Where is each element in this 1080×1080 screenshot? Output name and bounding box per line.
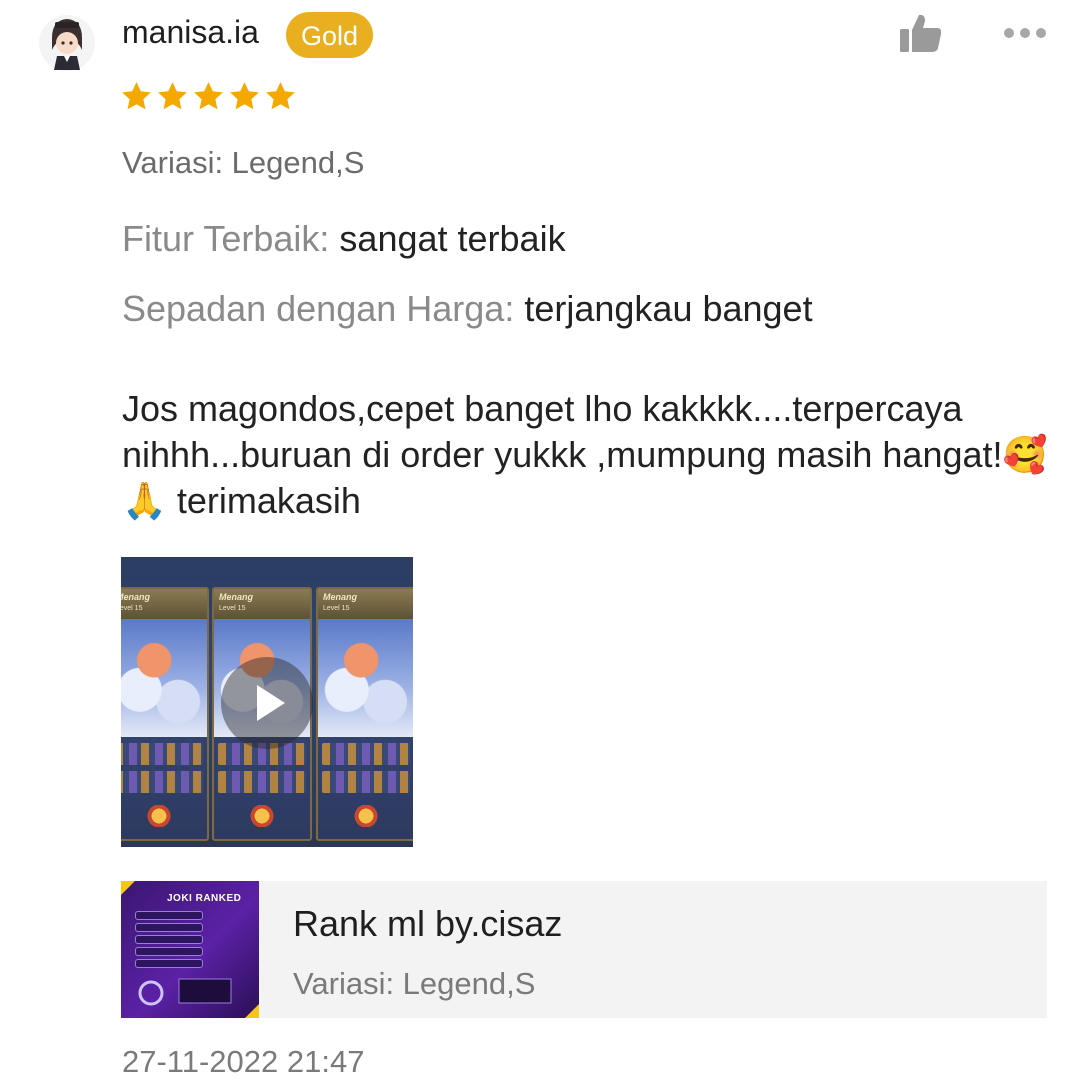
- value-for-money-label: Sepadan dengan Harga:: [122, 288, 515, 329]
- star-icon: [266, 82, 295, 110]
- value-for-money: Sepadan dengan Harga: terjangkau banget: [122, 288, 813, 330]
- product-thumbnail: JOKI RANKED: [121, 881, 259, 1018]
- star-icon: [194, 82, 223, 110]
- product-name: Rank ml by.cisaz: [293, 903, 563, 944]
- member-badge: Gold: [286, 12, 374, 58]
- card-level: Level 15: [323, 605, 350, 612]
- review-text: Jos magondos,cepet banget lho kakkkk....…: [122, 388, 1048, 521]
- review-video[interactable]: Menang Level 15 Menang Level 15 Menang Leve…: [121, 557, 413, 847]
- play-icon[interactable]: [221, 657, 313, 749]
- card-title: Menang: [219, 592, 254, 602]
- product-variant: Variasi: Legend,S: [293, 966, 536, 1001]
- review-variant: Variasi: Legend,S: [122, 145, 365, 180]
- star-rating: [120, 80, 297, 113]
- avatar[interactable]: [38, 10, 96, 76]
- video-frame-card: Menang Level 15: [316, 587, 413, 841]
- card-level: Level 15: [121, 605, 143, 612]
- star-icon: [158, 82, 187, 110]
- best-feature-label: Fitur Terbaik:: [122, 218, 330, 259]
- card-title: Menang: [323, 592, 358, 602]
- card-level: Level 15: [219, 605, 246, 612]
- best-feature: Fitur Terbaik: sangat terbaik: [122, 218, 566, 260]
- card-title: Menang: [121, 592, 151, 602]
- username[interactable]: manisa.ia: [122, 14, 259, 51]
- star-icon: [122, 82, 151, 110]
- star-icon: [230, 82, 259, 110]
- thumbs-up-icon[interactable]: [898, 12, 944, 54]
- value-for-money-value: terjangkau banget: [524, 288, 813, 329]
- review-date: 27-11-2022 21:47: [122, 1044, 365, 1079]
- best-feature-value: sangat terbaik: [339, 218, 566, 259]
- product-link[interactable]: JOKI RANKED Rank ml by.cisaz Variasi: Le…: [121, 881, 1047, 1018]
- video-frame-card: Menang Level 15: [121, 587, 209, 841]
- more-dots-icon[interactable]: [1000, 24, 1050, 42]
